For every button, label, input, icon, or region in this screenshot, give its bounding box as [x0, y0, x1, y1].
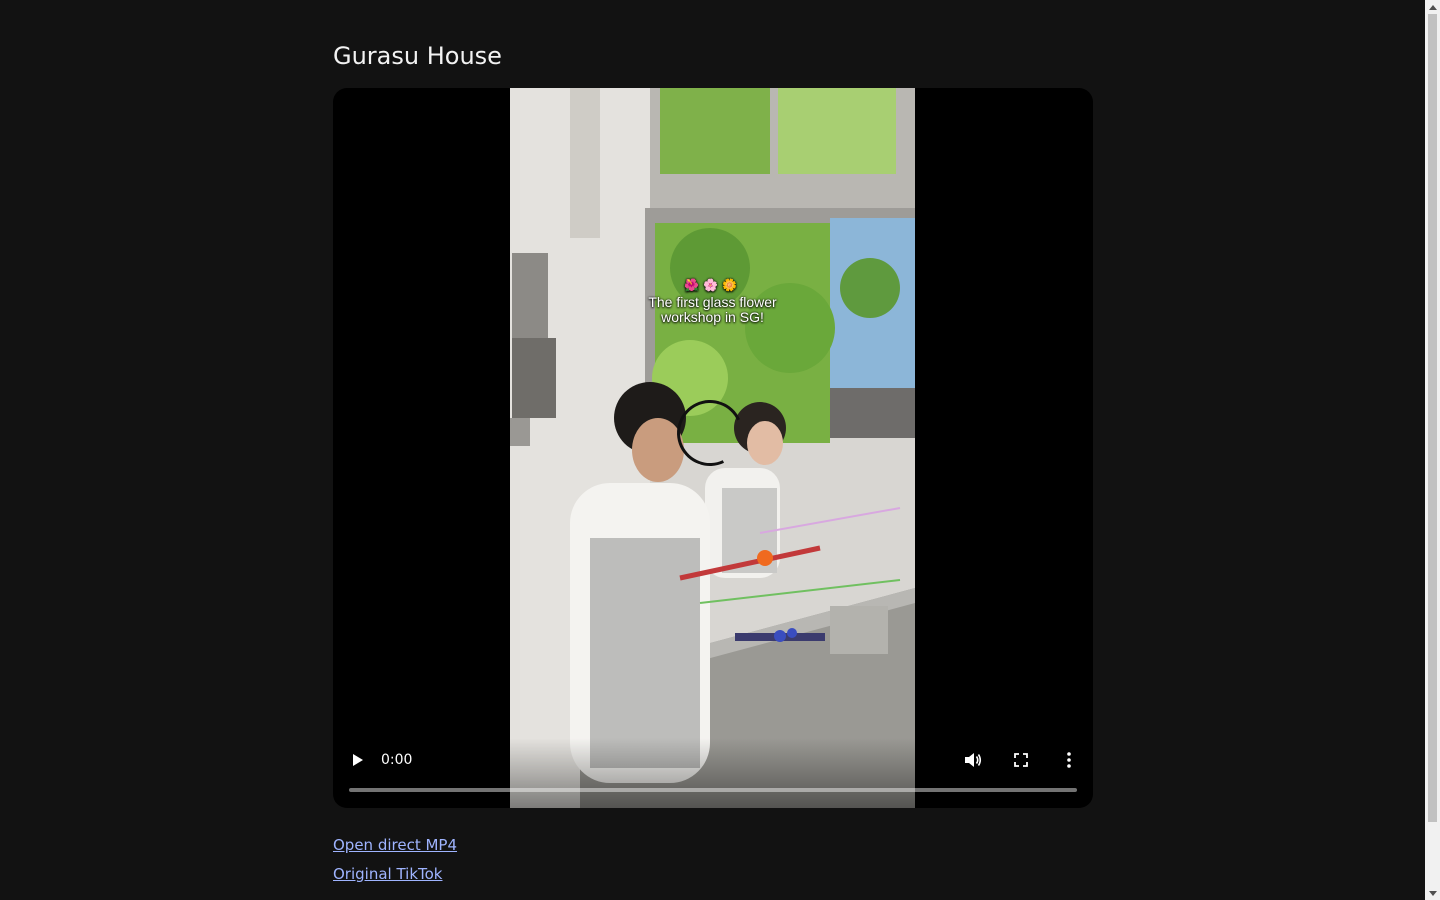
mute-button[interactable]	[960, 748, 986, 772]
current-time: 0:00	[381, 752, 413, 768]
fullscreen-icon	[1014, 753, 1028, 767]
video-controls: 0:00	[333, 738, 1093, 808]
original-tiktok-link[interactable]: Original TikTok	[333, 865, 457, 883]
links-section: Open direct MP4 Original TikTok	[333, 836, 457, 894]
play-icon	[353, 754, 363, 766]
play-button[interactable]	[345, 748, 371, 772]
fullscreen-button[interactable]	[1008, 748, 1034, 772]
scroll-down-arrow-icon[interactable]	[1425, 886, 1440, 900]
more-vertical-icon	[1067, 752, 1071, 768]
more-options-button[interactable]	[1056, 748, 1082, 772]
open-direct-mp4-link[interactable]: Open direct MP4	[333, 836, 457, 854]
caption-emoji: 🌺🌸🌼	[684, 278, 741, 292]
vertical-scrollbar[interactable]	[1425, 0, 1440, 900]
video-caption: 🌺🌸🌼 The first glass flower workshop in S…	[510, 278, 915, 325]
scrollbar-thumb[interactable]	[1428, 14, 1437, 822]
page-title: Gurasu House	[333, 42, 502, 70]
video-player[interactable]: 🌺🌸🌼 The first glass flower workshop in S…	[333, 88, 1093, 808]
scroll-up-arrow-icon[interactable]	[1425, 0, 1440, 14]
page: Gurasu House 🌺🌸🌼 The first glass flower …	[0, 0, 1425, 900]
volume-icon	[965, 753, 982, 767]
caption-line-2: workshop in SG!	[661, 309, 764, 325]
progress-bar[interactable]	[349, 788, 1077, 792]
caption-line-1: The first glass flower	[648, 294, 777, 310]
